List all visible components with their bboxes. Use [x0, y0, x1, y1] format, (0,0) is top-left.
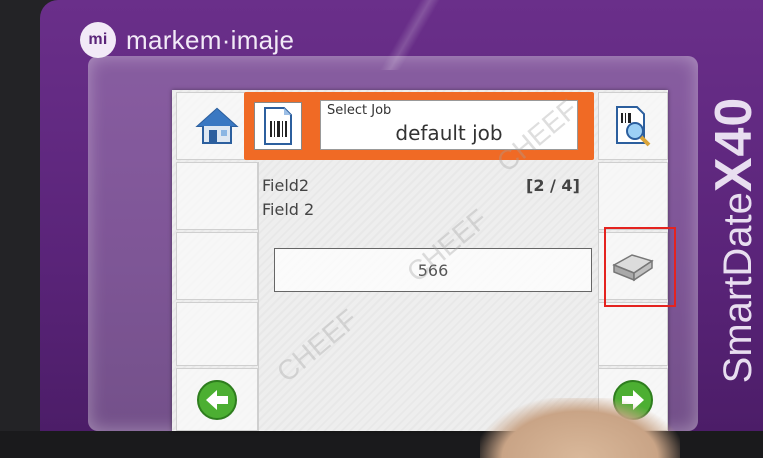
brand-name: markem·imaje — [126, 24, 295, 55]
divider-left — [258, 162, 259, 431]
field-description: Field 2 — [262, 200, 315, 219]
touch-screen: Select Job default job Field2 Field 2 [2… — [172, 90, 668, 431]
model-number: X40 — [705, 96, 763, 193]
right-slot-1 — [598, 162, 668, 230]
job-value: default job — [395, 121, 503, 145]
right-slot-3 — [598, 302, 668, 366]
divider-right — [598, 162, 599, 431]
arrow-left-icon — [197, 379, 237, 420]
job-select-button[interactable] — [254, 102, 302, 150]
model-label: SmartDateX40 — [704, 40, 763, 431]
barcode-document-icon — [264, 107, 292, 145]
back-button[interactable] — [176, 368, 258, 431]
field-name: Field2 — [262, 176, 310, 195]
finger — [480, 398, 680, 458]
job-header: Select Job default job — [244, 92, 594, 160]
left-slot-2 — [176, 232, 258, 300]
job-select-field[interactable]: Select Job default job — [320, 100, 578, 150]
document-magnifier-icon — [616, 106, 651, 147]
field-counter: [2 / 4] — [526, 176, 580, 195]
job-label: Select Job — [327, 103, 392, 118]
keyboard-key-icon — [612, 254, 654, 282]
model-name: SmartDate — [716, 192, 760, 384]
left-slot-3 — [176, 302, 258, 366]
field-value-input[interactable]: 566 — [274, 248, 592, 292]
brand-logo: mi — [80, 22, 116, 58]
preview-button[interactable] — [598, 92, 668, 160]
home-icon — [195, 107, 239, 144]
keyboard-button[interactable] — [598, 232, 668, 300]
left-slot-1 — [176, 162, 258, 230]
brand: mi markem·imaje — [80, 22, 294, 58]
model-text: SmartDateX40 — [704, 97, 763, 384]
